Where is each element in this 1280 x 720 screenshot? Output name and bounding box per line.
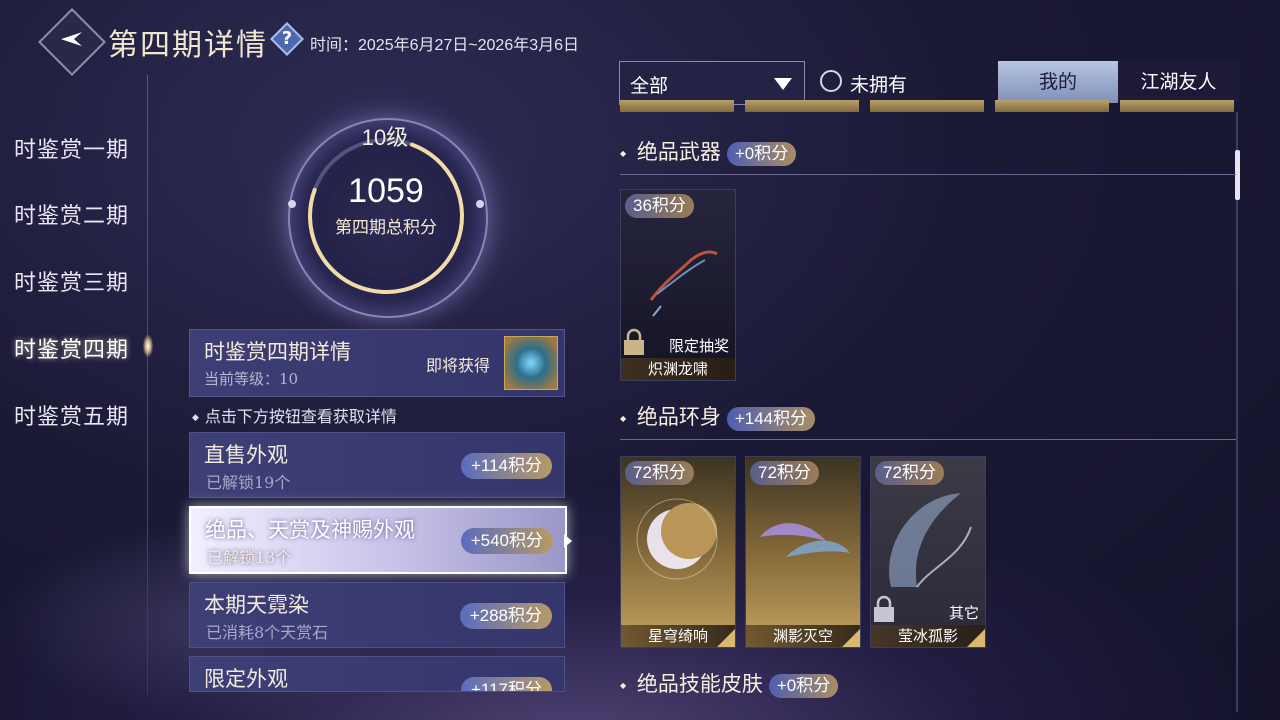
category-points: +288积分 <box>459 603 552 629</box>
category-points: +540积分 <box>460 528 553 554</box>
period-item-1[interactable]: 时鉴赏一期 <box>14 132 129 164</box>
item-tag: 限定抽奖 <box>668 337 729 355</box>
help-button[interactable]: ? <box>270 22 304 56</box>
category-points: +117积分 <box>460 677 552 691</box>
category-premium-outfits[interactable]: 绝品、天赏及神赐外观 已解锁13个 +540积分 <box>189 506 567 574</box>
crescent-moon-art <box>636 498 718 580</box>
category-dye[interactable]: 本期天霓染 已消耗8个天赏石 +288积分 <box>189 582 565 648</box>
period-item-2[interactable]: 时鉴赏二期 <box>14 198 129 230</box>
upcoming-reward-icon[interactable] <box>504 336 558 390</box>
category-points: +114积分 <box>460 453 552 479</box>
current-level: 当前等级：10 <box>204 370 299 388</box>
back-button[interactable] <box>38 8 106 76</box>
not-owned-radio[interactable] <box>820 70 842 92</box>
category-name: 直售外观 <box>204 443 288 467</box>
scrollbar-thumb[interactable] <box>1235 150 1240 200</box>
shadow-whale-art <box>760 523 850 557</box>
period-divider-line <box>147 75 148 695</box>
category-sub: 已消耗8个天赏石 <box>206 623 329 642</box>
total-score: 1059 <box>348 172 424 210</box>
corner-badge-icon <box>717 629 735 647</box>
category-name: 限定外观 <box>204 667 288 691</box>
selected-arrow-icon <box>564 534 572 548</box>
category-sub: 已解锁19个 <box>206 473 291 492</box>
section-name: 绝品环身 <box>636 405 721 429</box>
section-title: 绝品技能皮肤+0积分 <box>620 668 839 698</box>
item-card[interactable]: 72积分 星穹绮响 <box>620 456 736 648</box>
time-range: 时间：2025年6月27日~2026年3月6日 <box>310 37 580 54</box>
scrollbar-track[interactable] <box>1236 112 1238 712</box>
dropdown-value: 全部 <box>630 75 669 97</box>
corner-badge-icon <box>842 629 860 647</box>
section-title: 绝品武器+0积分 <box>620 136 797 166</box>
item-card[interactable]: 72积分 其它 莹冰孤影 <box>870 456 986 648</box>
corner-badge-icon <box>967 629 985 647</box>
previous-item-strip <box>995 100 1109 112</box>
previous-item-strip <box>870 100 984 112</box>
filter-dropdown[interactable]: 全部 <box>619 61 805 105</box>
tab-friends[interactable]: 江湖友人 <box>1118 61 1239 103</box>
previous-item-strip <box>1120 100 1234 112</box>
section-name: 绝品技能皮肤 <box>636 672 763 696</box>
not-owned-label[interactable]: 未拥有 <box>850 70 907 97</box>
item-card[interactable]: 72积分 渊影灭空 <box>745 456 861 648</box>
chevron-down-icon <box>774 78 792 90</box>
item-tag: 其它 <box>948 604 979 622</box>
category-direct-sale[interactable]: 直售外观 已解锁19个 +114积分 <box>189 432 565 498</box>
lock-icon <box>874 595 894 622</box>
item-name: 炽渊龙啸 <box>621 358 735 380</box>
hint-text: 点击下方按钮查看获取详情 <box>192 403 397 427</box>
section-points: +0积分 <box>768 673 839 698</box>
period-item-4[interactable]: 时鉴赏四期 <box>14 332 129 364</box>
page-title: 第四期详情 <box>108 28 268 63</box>
category-name: 绝品、天赏及神赐外观 <box>205 518 415 542</box>
period-item-5[interactable]: 时鉴赏五期 <box>14 399 129 431</box>
category-sub: 已解锁13个 <box>207 548 292 567</box>
lock-icon <box>624 328 644 355</box>
total-score-label: 第四期总积分 <box>335 218 437 238</box>
tab-mine[interactable]: 我的 <box>998 61 1118 103</box>
level-text: 10级 <box>361 125 409 150</box>
period-item-3[interactable]: 时鉴赏三期 <box>14 265 129 297</box>
previous-item-strip <box>745 100 859 112</box>
item-points: 36积分 <box>625 194 694 218</box>
item-card[interactable]: 36积分 限定抽奖 炽渊龙啸 <box>620 189 736 381</box>
period-detail-card[interactable]: 时鉴赏四期详情 当前等级：10 即将获得 <box>189 329 565 397</box>
section-points: +144积分 <box>726 406 816 431</box>
item-points: 72积分 <box>875 461 944 485</box>
back-arrow-icon <box>61 32 82 47</box>
section-title: 绝品环身+144积分 <box>620 401 816 431</box>
detail-title: 时鉴赏四期详情 <box>204 340 351 364</box>
owner-tabs: 我的 江湖友人 <box>998 61 1239 103</box>
section-divider <box>620 174 1236 175</box>
category-name: 本期天霓染 <box>204 593 309 617</box>
section-name: 绝品武器 <box>636 140 721 164</box>
active-period-marker <box>143 335 153 357</box>
section-points: +0积分 <box>726 141 797 166</box>
section-divider <box>620 439 1236 440</box>
upcoming-reward-label: 即将获得 <box>426 356 491 375</box>
item-points: 72积分 <box>625 461 694 485</box>
category-limited[interactable]: 限定外观 +117积分 <box>189 656 565 692</box>
previous-item-strip <box>620 100 734 112</box>
item-points: 72积分 <box>750 461 819 485</box>
